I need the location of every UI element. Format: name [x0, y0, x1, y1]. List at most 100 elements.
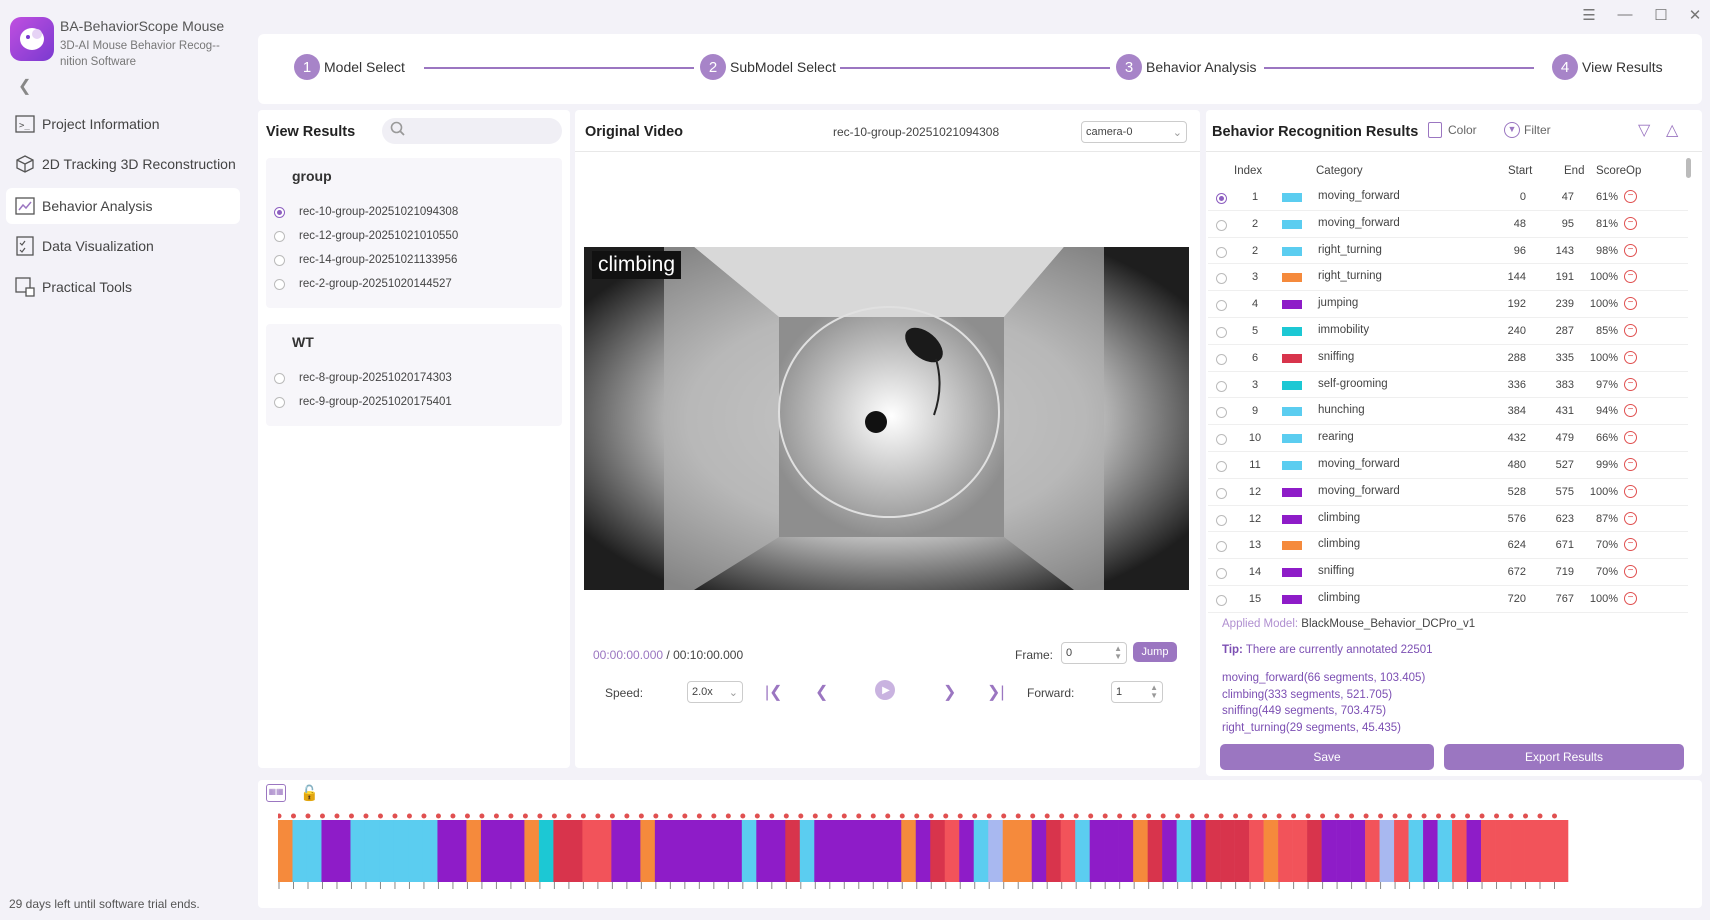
timeline-segment[interactable]: [756, 820, 772, 882]
timeline-segment[interactable]: [350, 820, 366, 882]
timeline-segment[interactable]: [1162, 820, 1177, 882]
table-row[interactable]: 3 self-grooming 336 383 97% −: [1208, 372, 1688, 399]
timeline-segment[interactable]: [785, 820, 801, 882]
color-button[interactable]: Color: [1428, 122, 1477, 138]
timeline-segment[interactable]: [1466, 820, 1482, 882]
timeline-segment[interactable]: [814, 820, 830, 882]
table-row[interactable]: 6 sniffing 288 335 100% −: [1208, 345, 1688, 372]
timeline-segment[interactable]: [886, 820, 902, 882]
timeline-segment[interactable]: [379, 820, 395, 882]
row-radio-button[interactable]: [1216, 193, 1227, 204]
row-radio-button[interactable]: [1216, 219, 1227, 231]
radio-button[interactable]: [274, 372, 285, 384]
timeline-segment[interactable]: [944, 820, 960, 882]
timeline-segment[interactable]: [1292, 820, 1308, 882]
timeline-segment[interactable]: [1249, 820, 1264, 882]
radio-button[interactable]: [274, 230, 285, 242]
search-input[interactable]: [382, 118, 562, 144]
row-radio-button[interactable]: [1216, 407, 1227, 419]
row-radio-button[interactable]: [1216, 246, 1227, 258]
timeline-segment[interactable]: [1437, 820, 1453, 882]
row-radio-button[interactable]: [1216, 434, 1227, 446]
timeline-segment[interactable]: [799, 820, 815, 882]
timeline-segment[interactable]: [625, 820, 641, 882]
sidebar-item-data-visualization[interactable]: Data Visualization: [6, 228, 240, 264]
timeline-segment[interactable]: [1495, 820, 1511, 882]
timeline-segment[interactable]: [698, 820, 714, 882]
timeline-segment[interactable]: [480, 820, 496, 882]
speed-select[interactable]: 2.0x ⌄: [687, 681, 743, 703]
row-radio-button[interactable]: [1216, 541, 1227, 553]
timeline-segment[interactable]: [1017, 820, 1032, 882]
delete-row-icon[interactable]: −: [1624, 458, 1637, 471]
next-frame-icon[interactable]: ❯: [943, 682, 956, 702]
timeline-segment[interactable]: [1307, 820, 1322, 882]
delete-row-icon[interactable]: −: [1624, 216, 1637, 230]
delete-row-icon[interactable]: −: [1624, 270, 1637, 284]
delete-row-icon[interactable]: −: [1624, 404, 1637, 418]
timeline-segment[interactable]: [1046, 820, 1061, 882]
timeline-segment[interactable]: [1263, 820, 1279, 882]
video-frame[interactable]: climbing: [584, 247, 1189, 590]
table-row[interactable]: 9 hunching 384 431 94% −: [1208, 398, 1688, 426]
play-button[interactable]: ▶: [875, 680, 895, 700]
delete-row-icon[interactable]: −: [1624, 592, 1637, 605]
timeline-segment[interactable]: [292, 820, 308, 882]
timeline-segment[interactable]: [915, 820, 931, 882]
delete-row-icon[interactable]: −: [1624, 377, 1637, 391]
timeline-segment[interactable]: [1423, 820, 1438, 882]
timeline-segment[interactable]: [1075, 820, 1090, 882]
minimize-icon[interactable]: —: [1614, 6, 1636, 23]
sidebar-item-practical-tools[interactable]: Practical Tools: [6, 269, 240, 305]
forward-input[interactable]: 1 ▲ ▼: [1111, 681, 1163, 703]
timeline-segment[interactable]: [988, 820, 1004, 882]
timeline-segment[interactable]: [393, 820, 409, 882]
delete-row-icon[interactable]: −: [1624, 484, 1637, 498]
timeline-segment[interactable]: [1510, 820, 1525, 882]
timeline-segment[interactable]: [524, 820, 540, 882]
row-radio-button[interactable]: [1216, 300, 1227, 312]
table-row[interactable]: 2 right_turning 96 143 98% −: [1208, 238, 1688, 265]
radio-button[interactable]: [274, 206, 285, 218]
camera-select[interactable]: camera-0 ⌄: [1081, 121, 1187, 143]
timeline-segment[interactable]: [683, 820, 699, 882]
table-row[interactable]: 15 climbing 720 767 100% −: [1208, 586, 1688, 613]
table-row[interactable]: 10 rearing 432 479 66% −: [1208, 425, 1688, 452]
timeline-segment[interactable]: [959, 820, 975, 882]
recording-item[interactable]: rec-2-group-20251020144527: [266, 272, 562, 296]
menu-icon[interactable]: ☰: [1578, 6, 1600, 24]
timeline-segment[interactable]: [1394, 820, 1409, 882]
row-radio-button[interactable]: [1216, 273, 1227, 285]
step-model-select[interactable]: 1 Model Select: [294, 54, 405, 80]
timeline-segment[interactable]: [770, 820, 786, 882]
table-row[interactable]: 12 moving_forward 528 575 100% −: [1208, 479, 1688, 506]
delete-row-icon[interactable]: −: [1624, 511, 1637, 525]
row-radio-button[interactable]: [1216, 353, 1227, 365]
timeline-segment[interactable]: [509, 820, 525, 882]
unlock-icon[interactable]: 🔓: [300, 784, 319, 802]
skip-to-start-icon[interactable]: |❮: [765, 682, 783, 702]
delete-row-icon[interactable]: −: [1624, 538, 1637, 552]
timeline-segment[interactable]: [1408, 820, 1424, 882]
timeline-segment[interactable]: [1060, 820, 1076, 882]
timeline-segment[interactable]: [553, 820, 569, 882]
step-view-results[interactable]: 4 View Results: [1552, 54, 1663, 80]
previous-frame-icon[interactable]: ❮: [815, 682, 828, 702]
sidebar-item-behavior-analysis[interactable]: Behavior Analysis: [6, 188, 240, 224]
timeline-segment[interactable]: [567, 820, 583, 882]
timeline-segment[interactable]: [1365, 820, 1380, 882]
recording-item[interactable]: rec-14-group-20251021133956: [266, 248, 562, 272]
row-radio-button[interactable]: [1216, 568, 1227, 580]
timeline-segment[interactable]: [930, 820, 946, 882]
step-submodel-select[interactable]: 2 SubModel Select: [700, 54, 836, 80]
delete-row-icon[interactable]: −: [1624, 243, 1637, 257]
delete-row-icon[interactable]: −: [1624, 324, 1637, 337]
table-row[interactable]: 5 immobility 240 287 85% −: [1208, 318, 1688, 345]
table-row[interactable]: 11 moving_forward 480 527 99% −: [1208, 452, 1688, 479]
timeline-segment[interactable]: [611, 820, 627, 882]
timeline-segment[interactable]: [1191, 820, 1206, 882]
delete-row-icon[interactable]: −: [1624, 565, 1637, 579]
close-icon[interactable]: ✕: [1684, 6, 1706, 24]
timeline-segment[interactable]: [1524, 820, 1540, 882]
radio-button[interactable]: [274, 254, 285, 266]
